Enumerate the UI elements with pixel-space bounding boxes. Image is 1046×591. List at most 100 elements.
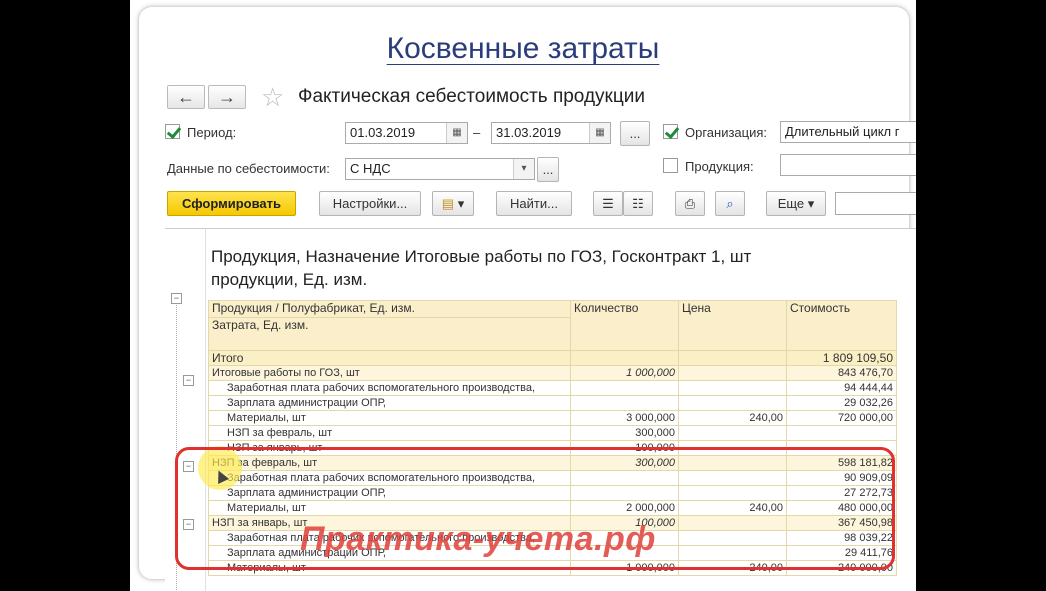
column-header-price: Цена [678, 300, 787, 351]
more-button[interactable]: Еще ▾ [766, 191, 826, 216]
row-name: Материалы, шт [208, 560, 571, 576]
row-qty: 100,000 [570, 440, 679, 456]
organization-label: Организация: [685, 125, 768, 140]
row-qty [570, 530, 679, 546]
table-row[interactable]: Заработная плата рабочих вспомогательног… [208, 470, 897, 486]
row-qty: 300,000 [570, 425, 679, 441]
expand-groups-button[interactable]: ☰ [593, 191, 623, 216]
row-name: Заработная плата рабочих вспомогательног… [208, 530, 571, 546]
row-qty [570, 470, 679, 486]
chevron-down-icon[interactable]: ▾ [513, 159, 534, 179]
preview-button[interactable]: ⌕ [715, 191, 745, 216]
table-row[interactable]: Заработная плата рабочих вспомогательног… [208, 380, 897, 396]
form-title: Фактическая себестоимость продукции [298, 86, 645, 107]
favorite-star-icon[interactable]: ☆ [261, 82, 284, 112]
row-price [678, 440, 787, 456]
find-button[interactable]: Найти... [496, 191, 572, 216]
product-input[interactable] [780, 154, 916, 176]
organization-input[interactable]: Длительный цикл г [780, 121, 916, 143]
report-form: ← → ☆ Фактическая себестоимость продукци… [165, 80, 916, 591]
report-gutter [165, 229, 206, 591]
variants-button[interactable]: ▤ ▾ [432, 191, 474, 216]
table-row[interactable]: Зарплата администрации ОПР, 29 411,76 [208, 545, 897, 561]
report-area: − − − − Продукция, Назначение Итоговые р… [165, 228, 916, 591]
row-name: НЗП за январь, шт [208, 440, 571, 456]
calendar-icon[interactable]: ▦ [589, 123, 610, 143]
forward-button[interactable]: → [208, 85, 246, 109]
row-name: Заработная плата рабочих вспомогательног… [208, 380, 571, 396]
total-price [678, 350, 787, 366]
expand-list-icon: ☰ [602, 196, 614, 211]
report-heading: Продукция, Назначение Итоговые работы по… [211, 245, 851, 291]
row-name: НЗП за февраль, шт [208, 455, 571, 471]
row-price [678, 515, 787, 531]
total-qty [570, 350, 679, 366]
cost-data-open-button[interactable]: ... [537, 157, 559, 182]
report-heading-line: продукции, Ед. изм. [211, 270, 368, 289]
report-table: Продукция / Полуфабрикат, Ед. изм. Колич… [208, 300, 897, 576]
table-row[interactable]: НЗП за февраль, шт 300,000 [208, 425, 897, 441]
row-price [678, 395, 787, 411]
row-price [678, 470, 787, 486]
settings-button[interactable]: Настройки... [319, 191, 421, 216]
row-qty [570, 395, 679, 411]
table-row[interactable]: Заработная плата рабочих вспомогательног… [208, 530, 897, 546]
row-price [678, 365, 787, 381]
printer-icon: ⎙ [684, 196, 696, 211]
row-price [678, 545, 787, 561]
collapse-icon[interactable]: − [183, 375, 194, 386]
row-qty [570, 380, 679, 396]
period-checkbox[interactable] [165, 124, 180, 139]
arrow-right-icon: → [218, 87, 236, 107]
row-price [678, 425, 787, 441]
table-row[interactable]: Материалы, шт 2 000,000 240,00 480 000,00 [208, 500, 897, 516]
period-dash: – [473, 125, 481, 140]
clipboard-icon: ▤ [441, 196, 455, 211]
period-label: Период: [187, 125, 237, 140]
generate-button[interactable]: Сформировать [167, 191, 296, 216]
table-header-row: Продукция / Полуфабрикат, Ед. изм. Колич… [208, 300, 897, 351]
table-group-row[interactable]: НЗП за февраль, шт 300,000 598 181,82 [208, 455, 897, 471]
report-heading-line: Продукция, Назначение Итоговые работы по… [211, 247, 752, 266]
period-to-value: 31.03.2019 [496, 125, 562, 140]
cost-data-select[interactable]: С НДС ▾ [345, 158, 535, 180]
search-input[interactable] [835, 192, 916, 215]
collapse-icon[interactable]: − [183, 461, 194, 472]
product-label: Продукция: [685, 159, 754, 174]
row-price: 240,00 [678, 500, 787, 516]
collapse-icon[interactable]: − [171, 293, 182, 304]
collapse-groups-button[interactable]: ☷ [623, 191, 653, 216]
row-qty: 1 000,000 [570, 560, 679, 576]
table-group-row[interactable]: НЗП за январь, шт 100,000 367 450,98 [208, 515, 897, 531]
collapse-icon[interactable]: − [183, 519, 194, 530]
collapse-list-icon: ☷ [632, 196, 644, 211]
row-cost: 240 000,00 [786, 560, 897, 576]
row-name: Материалы, шт [208, 500, 571, 516]
total-cost: 1 809 109,50 [786, 350, 897, 366]
row-qty: 1 000,000 [570, 365, 679, 381]
table-row[interactable]: Зарплата администрации ОПР, 29 032,26 [208, 395, 897, 411]
table-row[interactable]: НЗП за январь, шт 100,000 [208, 440, 897, 456]
table-row[interactable]: Материалы, шт 1 000,000 240,00 240 000,00 [208, 560, 897, 576]
period-from-value: 01.03.2019 [350, 125, 416, 140]
table-row[interactable]: Материалы, шт 3 000,000 240,00 720 000,00 [208, 410, 897, 426]
row-cost: 90 909,09 [786, 470, 897, 486]
period-from-input[interactable]: 01.03.2019 ▦ [345, 122, 468, 144]
period-select-button[interactable]: ... [620, 121, 650, 146]
table-row[interactable]: Зарплата администрации ОПР, 27 272,73 [208, 485, 897, 501]
back-button[interactable]: ← [167, 85, 205, 109]
table-group-row[interactable]: Итоговые работы по ГОЗ, шт 1 000,000 843 4… [208, 365, 897, 381]
column-header-product: Продукция / Полуфабрикат, Ед. изм. [208, 300, 571, 318]
print-button[interactable]: ⎙ [675, 191, 705, 216]
product-checkbox[interactable] [663, 158, 678, 173]
row-price: 240,00 [678, 410, 787, 426]
row-price [678, 380, 787, 396]
arrow-left-icon: ← [177, 87, 195, 107]
slide: Косвенные затраты ← → ☆ Фактическая себе… [130, 0, 916, 591]
period-to-input[interactable]: 31.03.2019 ▦ [491, 122, 611, 144]
calendar-icon[interactable]: ▦ [446, 123, 467, 143]
row-cost: 598 181,82 [786, 455, 897, 471]
row-qty: 3 000,000 [570, 410, 679, 426]
organization-checkbox[interactable] [663, 124, 678, 139]
row-name: Итоговые работы по ГОЗ, шт [208, 365, 571, 381]
